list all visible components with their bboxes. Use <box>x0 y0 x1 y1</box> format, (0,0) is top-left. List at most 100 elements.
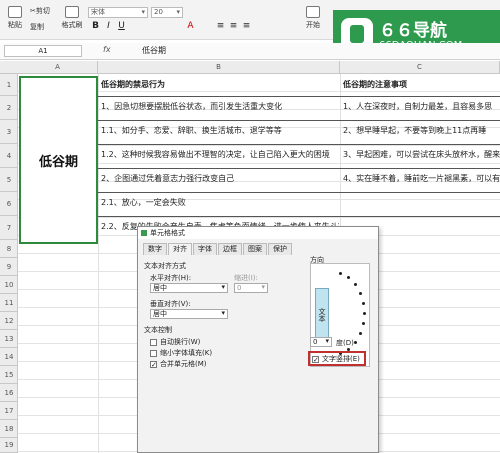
shrink-to-fit-checkbox[interactable]: 缩小字体填充(K) <box>150 348 212 358</box>
degrees-input[interactable]: 0 <box>310 337 332 347</box>
font-size-value: 20 <box>154 8 163 16</box>
logo-title: ６６导航 <box>379 21 447 41</box>
orientation-dot <box>354 341 357 344</box>
cell-c[interactable]: 2、想早睡早起，不要等到晚上11点再睡 <box>343 120 500 142</box>
merge-center-icon <box>306 6 320 18</box>
cell-b[interactable]: 1.1、如分手、恋爱、辞职、换生活城市、退学等等 <box>101 120 339 142</box>
font-size-select[interactable]: 20 <box>151 7 183 18</box>
orientation-dot <box>354 283 357 286</box>
paste-label: 粘贴 <box>8 21 22 29</box>
row-header[interactable]: 1 <box>0 74 18 96</box>
font-color-button[interactable]: A <box>185 21 196 32</box>
indent-label: 缩进(I): <box>234 274 258 282</box>
row-header[interactable]: 13 <box>0 330 18 348</box>
row-header[interactable]: 14 <box>0 348 18 366</box>
name-box[interactable]: A1 <box>4 45 82 57</box>
cell-b[interactable]: 1.2、这种时候我容易做出不理智的决定，让自己陷入更大的困境 <box>101 144 339 166</box>
shrink-label: 缩小字体填充(K) <box>160 349 213 357</box>
v-align-select[interactable]: 居中 <box>150 309 228 319</box>
orientation-dot <box>363 312 366 315</box>
merged-cell-text: 低谷期 <box>38 154 78 170</box>
row-header[interactable]: 15 <box>0 366 18 384</box>
bold-button[interactable]: B <box>90 21 101 32</box>
dialog-tabs: 数字 对齐 字体 边框 图案 保护 <box>143 243 293 255</box>
cut-button[interactable]: ✂剪切 <box>30 6 60 16</box>
cell-b[interactable]: 1、因急切想要摆脱低谷状态，而引发生活重大变化 <box>101 96 339 118</box>
v-align-value: 居中 <box>153 310 167 318</box>
font-select[interactable]: 宋体 <box>88 7 148 18</box>
formula-value: 低谷期 <box>142 46 166 55</box>
indent-input[interactable]: 0 <box>234 283 268 293</box>
merged-cell-a1[interactable]: 低谷期 <box>19 76 98 244</box>
tab-pattern[interactable]: 图案 <box>243 243 267 255</box>
start-label: 开始 <box>306 21 320 29</box>
row-header[interactable]: 7 <box>0 216 18 240</box>
v-align-label: 垂直对齐(V): <box>150 300 191 308</box>
paste-button[interactable]: 粘贴 <box>4 6 26 30</box>
copy-button[interactable]: 复制 <box>30 22 56 32</box>
formula-input[interactable]: 低谷期 <box>142 45 166 56</box>
h-align-value: 居中 <box>153 284 167 292</box>
cell-c[interactable]: 3、早起困难，可以尝试在床头放杯水，醒来 <box>343 144 500 166</box>
wrap-label: 自动换行(W) <box>160 338 201 346</box>
merge-box: ✓ <box>150 360 157 369</box>
row-header[interactable]: 8 <box>0 240 18 258</box>
orientation-dot <box>362 322 365 325</box>
cut-label: 剪切 <box>35 7 50 15</box>
tab-protection[interactable]: 保护 <box>268 243 292 255</box>
format-painter-label: 格式刷 <box>61 21 83 29</box>
align-left-button[interactable]: ≡ <box>215 21 226 32</box>
row-header[interactable]: 3 <box>0 120 18 144</box>
row-headers: 1 2 3 4 5 6 7 8 9 10 11 12 13 14 15 16 1… <box>0 74 18 453</box>
row-header[interactable]: 11 <box>0 294 18 312</box>
orientation-dot <box>359 292 362 295</box>
formula-bar: A1 fx 低谷期 <box>0 43 500 60</box>
format-painter-button[interactable]: 格式刷 <box>60 6 84 30</box>
row-header[interactable]: 9 <box>0 258 18 276</box>
merge-label: 合并单元格(M) <box>160 360 207 368</box>
tab-alignment[interactable]: 对齐 <box>168 243 192 255</box>
highlight-box <box>308 351 366 366</box>
row-header[interactable]: 16 <box>0 384 18 402</box>
wrap-text-checkbox[interactable]: 自动换行(W) <box>150 337 200 347</box>
tab-number[interactable]: 数字 <box>143 243 167 255</box>
indent-value: 0 <box>237 284 242 292</box>
col-header-a[interactable]: A <box>18 61 98 74</box>
h-align-select[interactable]: 居中 <box>150 283 228 293</box>
align-right-button[interactable]: ≡ <box>241 21 252 32</box>
cell-ref: A1 <box>38 47 48 55</box>
row-header[interactable]: 6 <box>0 192 18 216</box>
row-header[interactable]: 2 <box>0 96 18 120</box>
shrink-box <box>150 349 157 357</box>
format-cells-dialog: 单元格格式 数字 对齐 字体 边框 图案 保护 文本对齐方式 水平对齐(H): … <box>137 226 379 453</box>
cell-c[interactable]: 1、人在深夜时，自制力最差，且容易多思 <box>343 96 500 118</box>
wrap-box <box>150 338 157 346</box>
cell-c[interactable]: 4、实在睡不着，睡前吃一片褪黑素，可以有效 <box>343 168 500 190</box>
row-header[interactable]: 18 <box>0 420 18 438</box>
fx-icon[interactable]: fx <box>103 45 111 54</box>
start-button[interactable]: 开始 <box>300 6 326 30</box>
align-center-button[interactable]: ≡ <box>228 21 239 32</box>
cell-b[interactable]: 2.1、放心，一定会失败 <box>101 192 339 214</box>
row-header[interactable]: 12 <box>0 312 18 330</box>
fx-label: fx <box>103 45 111 54</box>
header-b[interactable]: 低谷期的禁忌行为 <box>101 74 339 96</box>
tab-font[interactable]: 字体 <box>193 243 217 255</box>
row-header[interactable]: 19 <box>0 438 18 453</box>
row-header[interactable]: 17 <box>0 402 18 420</box>
underline-button[interactable]: U <box>116 21 127 32</box>
merge-cells-checkbox[interactable]: ✓ 合并单元格(M) <box>150 359 207 369</box>
row-header[interactable]: 5 <box>0 168 18 192</box>
text-align-section-label: 文本对齐方式 <box>144 262 186 270</box>
tab-border[interactable]: 边框 <box>218 243 242 255</box>
italic-button[interactable]: I <box>103 21 114 32</box>
paste-icon <box>8 6 22 18</box>
row-header[interactable]: 10 <box>0 276 18 294</box>
orientation-dot <box>347 276 350 279</box>
col-header-c[interactable]: C <box>340 61 500 74</box>
header-c[interactable]: 低谷期的注意事项 <box>343 74 500 96</box>
cell-b[interactable]: 2、企图通过凭着意志力强行改变自己 <box>101 168 339 190</box>
col-header-b[interactable]: B <box>98 61 340 74</box>
copy-label: 复制 <box>30 23 44 31</box>
row-header[interactable]: 4 <box>0 144 18 168</box>
